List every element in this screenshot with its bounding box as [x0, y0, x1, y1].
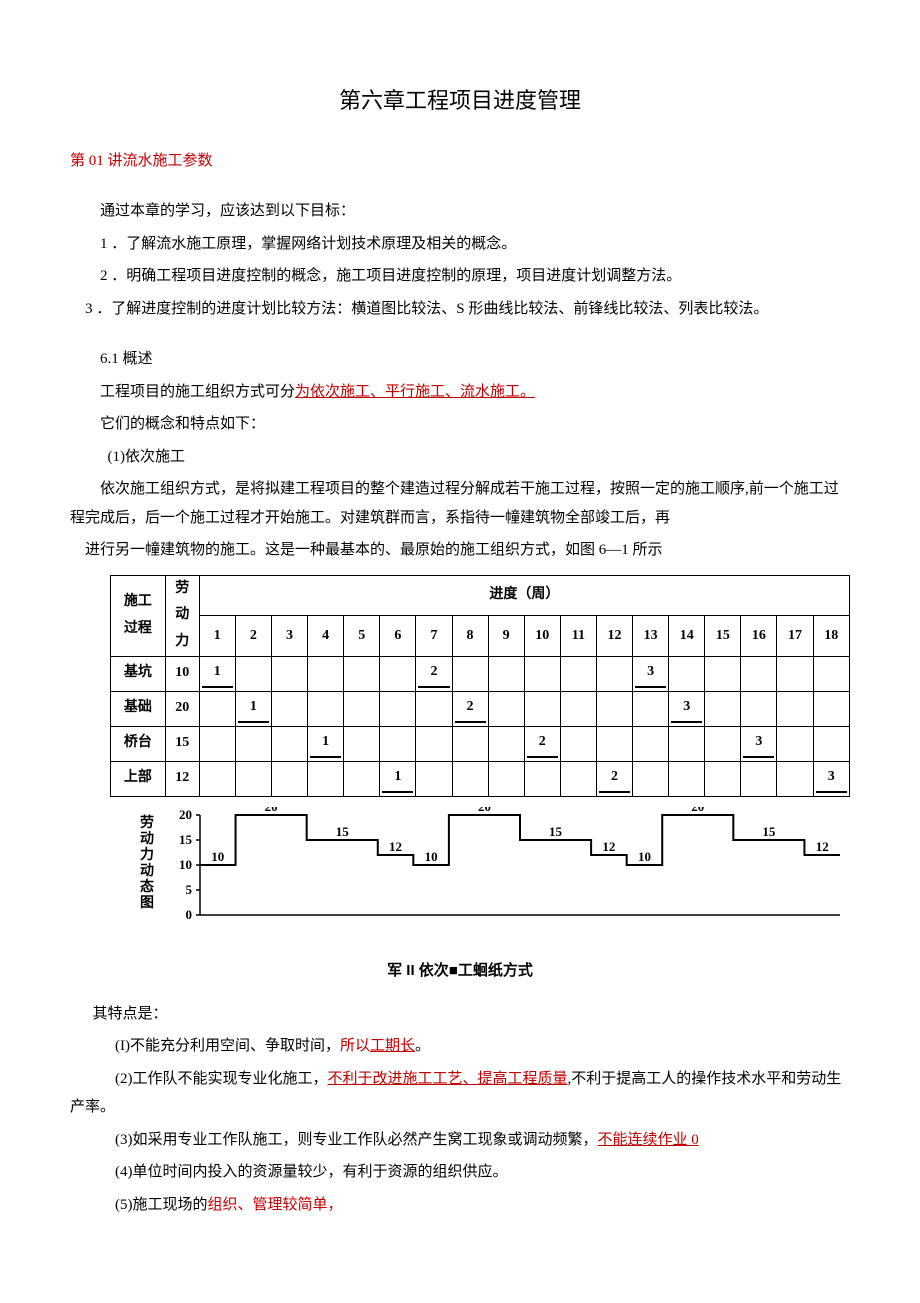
gantt-week-header: 18 — [813, 616, 849, 656]
gantt-week-header: 16 — [741, 616, 777, 656]
feature-3: (3)如采用专业工作队施工，则专业工作队必然产生窝工现象或调动频繁，不能连续作业… — [100, 1126, 850, 1155]
labor-value-label: 15 — [549, 824, 563, 839]
gantt-week-header: 13 — [633, 616, 669, 656]
gantt-bar: 1 — [235, 691, 271, 726]
labor-value-label: 15 — [762, 824, 776, 839]
labor-value-label: 10 — [638, 849, 651, 864]
gantt-bar: 3 — [669, 691, 705, 726]
labor-value-label: 10 — [211, 849, 224, 864]
labor-ylabel-char: 图 — [140, 895, 154, 911]
gantt-week-header: 8 — [452, 616, 488, 656]
gantt-week-header: 11 — [560, 616, 596, 656]
page-title: 第六章工程项目进度管理 — [70, 80, 850, 122]
labor-ytick: 10 — [179, 857, 192, 872]
features-intro: 其特点是： — [93, 1000, 851, 1029]
labor-ylabel-char: 态 — [140, 878, 154, 895]
gantt-row: 上部12123 — [111, 761, 850, 796]
gantt-row: 桥台15 1 2 3 — [111, 726, 850, 761]
gantt-week-header: 10 — [524, 616, 560, 656]
gantt-bar: 3 — [741, 726, 777, 761]
subsection-heading: 6.1 概述 — [70, 345, 850, 374]
feature-1: (I)不能充分利用空间、争取时间，所以工期长。 — [100, 1032, 850, 1061]
labor-ylabel-char: 动 — [140, 830, 154, 847]
gantt-week-header: 14 — [669, 616, 705, 656]
feature-4: (4)单位时间内投入的资源量较少，有利于资源的组织供应。 — [100, 1158, 850, 1187]
gantt-bar: 2 — [524, 726, 560, 761]
labor-ytick: 0 — [186, 907, 193, 922]
gantt-row: 基坑101 2 3 — [111, 656, 850, 691]
gantt-labor-value: 10 — [165, 656, 199, 691]
gantt-process-name: 桥台 — [111, 726, 166, 761]
gantt-week-header: 2 — [235, 616, 271, 656]
gantt-week-header: 4 — [308, 616, 344, 656]
labor-ylabel-char: 劳 — [140, 814, 154, 831]
gantt-week-header: 9 — [488, 616, 524, 656]
gantt-week-header: 1 — [199, 616, 235, 656]
method-types: 为依次施工、平行施工、流水施工。 — [295, 384, 535, 400]
gantt-bar: 1 — [199, 656, 235, 691]
gantt-week-header: 7 — [416, 616, 452, 656]
seq-label: (1)依次施工 — [70, 443, 850, 472]
gantt-header-progress: 进度（周） — [199, 575, 849, 615]
gantt-labor-value: 20 — [165, 691, 199, 726]
intro-text: 通过本章的学习，应该达到以下目标： — [70, 197, 850, 226]
gantt-bar: 1 — [308, 726, 344, 761]
labor-ytick: 5 — [186, 882, 193, 897]
goal-1: 1 ．了解流水施工原理，掌握网络计划技术原理及相关的概念。 — [70, 230, 850, 259]
gantt-bar: 2 — [596, 761, 632, 796]
method-line: 工程项目的施工组织方式可分为依次施工、平行施工、流水施工。 — [70, 378, 850, 407]
labor-value-label: 10 — [425, 849, 438, 864]
gantt-process-name: 基础 — [111, 691, 166, 726]
gantt-process-name: 基坑 — [111, 656, 166, 691]
gantt-week-header: 12 — [596, 616, 632, 656]
gantt-labor-value: 12 — [165, 761, 199, 796]
section-heading: 第 01 讲流水施工参数 — [70, 147, 850, 176]
gantt-header-labor: 劳动力 — [165, 575, 199, 656]
gantt-week-header: 6 — [380, 616, 416, 656]
feature-5: (5)施工现场的组织、管理较简单， — [100, 1191, 850, 1220]
gantt-week-header: 17 — [777, 616, 813, 656]
labor-value-label: 15 — [336, 824, 350, 839]
labor-ytick: 15 — [179, 832, 193, 847]
gantt-labor-value: 15 — [165, 726, 199, 761]
gantt-bar: 1 — [380, 761, 416, 796]
labor-value-label: 20 — [478, 807, 491, 814]
labor-step-line — [200, 815, 840, 865]
gantt-row: 基础20 1 2 3 — [111, 691, 850, 726]
gantt-week-header: 5 — [344, 616, 380, 656]
method-pre: 工程项目的施工组织方式可分 — [100, 384, 295, 400]
gantt-header-process: 施工过程 — [111, 575, 166, 656]
gantt-bar: 3 — [633, 656, 669, 691]
gantt-bar: 2 — [452, 691, 488, 726]
gantt-week-header: 15 — [705, 616, 741, 656]
labor-value-label: 12 — [602, 839, 615, 854]
goal-2: 2 ．明确工程项目进度控制的概念，施工项目进度控制的原理，项目进度计划调整方法。 — [70, 262, 850, 291]
labor-value-label: 20 — [691, 807, 704, 814]
labor-ylabel-char: 动 — [140, 862, 154, 879]
goal-3: 3 ．了解进度控制的进度计划比较方法：横道图比较法、S 形曲线比较法、前锋线比较… — [85, 295, 850, 324]
feature-2: (2)工作队不能实现专业化施工，不利于改进施工工艺、提高工程质量,不利于提高工人… — [70, 1065, 850, 1122]
labor-value-label: 20 — [265, 807, 278, 814]
labor-value-label: 12 — [389, 839, 402, 854]
labor-dynamics-chart: 劳动力动态图20151050102015121020151210201512 — [110, 807, 850, 948]
labor-value-label: 12 — [816, 839, 829, 854]
gantt-bar: 3 — [813, 761, 849, 796]
gantt-chart: 施工过程劳动力进度（周）123456789101112131415161718基… — [110, 575, 850, 947]
gantt-week-header: 3 — [271, 616, 307, 656]
concept-line: 它们的概念和特点如下： — [70, 410, 850, 439]
seq-desc-2: 进行另一幢建筑物的施工。这是一种最基本的、最原始的施工组织方式，如图 6—1 所… — [85, 536, 850, 565]
gantt-bar: 2 — [416, 656, 452, 691]
seq-desc-1: 依次施工组织方式，是将拟建工程项目的整个建造过程分解成若干施工过程，按照一定的施… — [70, 475, 850, 532]
figure-caption: 军 II 依次■工蛔纸方式 — [70, 957, 850, 986]
labor-ytick: 20 — [179, 807, 192, 822]
labor-ylabel-char: 力 — [140, 846, 154, 863]
gantt-process-name: 上部 — [111, 761, 166, 796]
